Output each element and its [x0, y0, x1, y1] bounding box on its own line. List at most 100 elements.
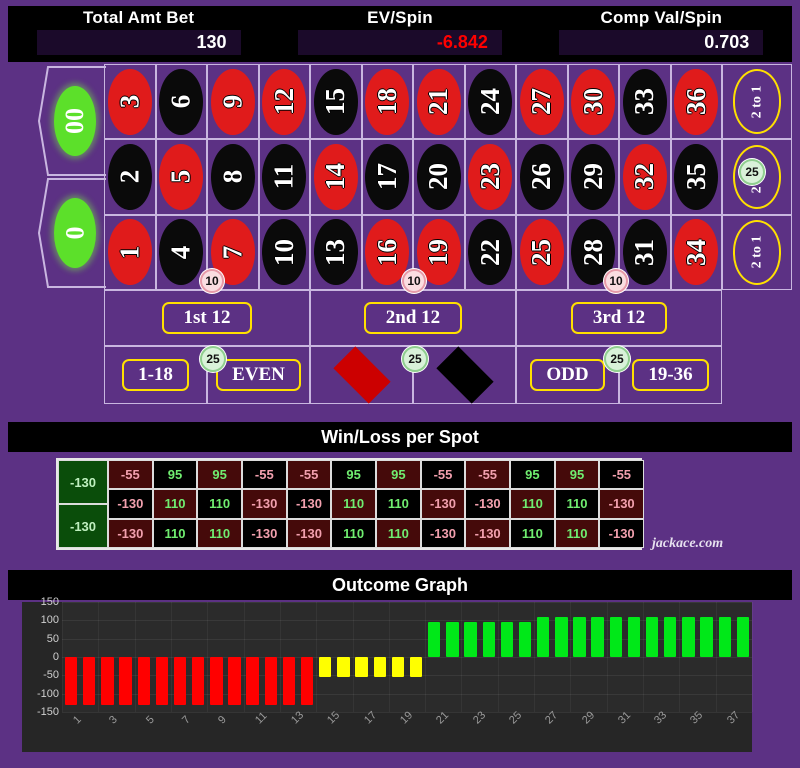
dozen-bet-1[interactable]: 2nd 12	[310, 290, 516, 346]
number-cell-36[interactable]: 36	[670, 64, 722, 140]
winloss-cell: -130	[286, 518, 332, 548]
x-tick-label: 33	[652, 709, 670, 727]
number-cell-13[interactable]: 13	[310, 214, 362, 290]
x-tick-label: 21	[434, 709, 452, 727]
bar	[700, 616, 713, 657]
outside-label: ODD	[546, 364, 589, 385]
outside-bets-row: 1-18 EVEN ODD 19-36	[104, 346, 722, 404]
number-cell-6[interactable]: 6	[155, 64, 207, 140]
number-cell-17[interactable]: 17	[361, 139, 413, 215]
number-cell-10[interactable]: 10	[258, 214, 310, 290]
number-cell-4[interactable]: 4	[155, 214, 207, 290]
number-cell-1[interactable]: 1	[104, 214, 156, 290]
number-cell-12[interactable]: 12	[258, 64, 310, 140]
outside-bet-even[interactable]: EVEN	[207, 346, 310, 404]
number-cell-2[interactable]: 2	[104, 139, 156, 215]
number-label: 22	[474, 238, 505, 266]
winloss-cell: 95	[152, 460, 198, 490]
gridline-vertical	[170, 602, 172, 712]
column-bet-0[interactable]: 2 to 1	[722, 64, 792, 140]
number-cell-26[interactable]: 26	[516, 139, 568, 215]
outside-bet-1-18[interactable]: 1-18	[104, 346, 207, 404]
outside-label: 1-18	[138, 364, 173, 385]
number-cell-11[interactable]: 11	[258, 139, 310, 215]
number-cell-25[interactable]: 25	[516, 214, 568, 290]
number-oval: 30	[571, 68, 616, 135]
number-oval: 26	[519, 143, 564, 210]
number-cell-33[interactable]: 33	[619, 64, 671, 140]
number-label: 14	[320, 163, 351, 191]
number-cell-30[interactable]: 30	[567, 64, 619, 140]
number-cell-29[interactable]: 29	[567, 139, 619, 215]
y-tick-label: 150	[40, 596, 59, 608]
outside-bet-red[interactable]	[310, 346, 413, 404]
number-cell-8[interactable]: 8	[207, 139, 259, 215]
gridline-vertical	[243, 602, 245, 712]
winloss-cell: 110	[510, 518, 555, 548]
number-cell-32[interactable]: 32	[619, 139, 671, 215]
number-cell-22[interactable]: 22	[464, 214, 516, 290]
number-cell-27[interactable]: 27	[516, 64, 568, 140]
number-cell-14[interactable]: 14	[310, 139, 362, 215]
number-cell-9[interactable]: 9	[207, 64, 259, 140]
x-tick-label: 13	[288, 709, 307, 727]
dozen-bet-0[interactable]: 1st 12	[104, 290, 310, 346]
number-label: 21	[423, 88, 454, 116]
dozen-bet-2[interactable]: 3rd 12	[516, 290, 722, 346]
column-bet-2[interactable]: 2 to 1	[722, 214, 792, 290]
bar	[591, 616, 604, 657]
number-cell-7[interactable]: 7	[207, 214, 259, 290]
column-ellipse: 2 to 1	[732, 220, 782, 285]
number-cell-34[interactable]: 34	[670, 214, 722, 290]
outside-box: EVEN	[216, 359, 301, 391]
number-cell-21[interactable]: 21	[413, 64, 465, 140]
winloss-zero-cell: -130	[58, 504, 108, 548]
number-oval: 16	[365, 219, 410, 286]
gridline-vertical	[279, 602, 281, 712]
winloss-cell: 110	[331, 489, 376, 519]
number-cell-18[interactable]: 18	[361, 64, 413, 140]
bar	[119, 657, 132, 705]
outside-label: EVEN	[232, 364, 285, 385]
stat-label: EV/Spin	[367, 8, 433, 27]
number-cell-19[interactable]: 19	[413, 214, 465, 290]
winloss-cell: -130	[108, 518, 153, 548]
winloss-title: Win/Loss per Spot	[8, 422, 792, 452]
x-tick-label: 15	[325, 709, 343, 727]
number-oval: 34	[674, 219, 719, 286]
zero-oval: 00	[54, 86, 96, 156]
number-cell-28[interactable]: 28	[567, 214, 619, 290]
number-oval: 11	[262, 143, 307, 210]
number-cell-3[interactable]: 3	[104, 64, 156, 140]
bar	[373, 657, 386, 678]
outside-bet-19-36[interactable]: 19-36	[619, 346, 722, 404]
number-cell-24[interactable]: 24	[464, 64, 516, 140]
red-diamond-icon	[332, 346, 391, 404]
zero-cell-00[interactable]: 00	[38, 66, 106, 176]
number-cell-23[interactable]: 23	[464, 139, 516, 215]
winloss-cell: -130	[242, 489, 287, 519]
gridline-vertical	[316, 602, 318, 712]
number-oval: 10	[262, 219, 307, 286]
winloss-cell: 110	[510, 489, 555, 519]
gridline-vertical	[207, 602, 209, 712]
winloss-cell: 110	[554, 489, 600, 519]
number-cell-35[interactable]: 35	[670, 139, 722, 215]
bar	[500, 622, 514, 657]
number-label: 3	[114, 94, 145, 109]
outside-bet-odd[interactable]: ODD	[516, 346, 619, 404]
number-cell-15[interactable]: 15	[310, 64, 362, 140]
number-cell-5[interactable]: 5	[155, 139, 207, 215]
bar	[155, 657, 169, 705]
number-cell-20[interactable]: 20	[413, 139, 465, 215]
gridline-vertical	[752, 602, 753, 712]
number-cell-16[interactable]: 16	[361, 214, 413, 290]
zero-cell-0[interactable]: 0	[38, 178, 106, 288]
outside-bet-black[interactable]	[413, 346, 516, 404]
bar	[210, 657, 223, 705]
number-label: 17	[371, 163, 402, 191]
bar-plot	[62, 602, 753, 713]
number-cell-31[interactable]: 31	[619, 214, 671, 290]
bar	[664, 616, 677, 657]
column-bet-1[interactable]: 2 to 1	[722, 139, 792, 215]
